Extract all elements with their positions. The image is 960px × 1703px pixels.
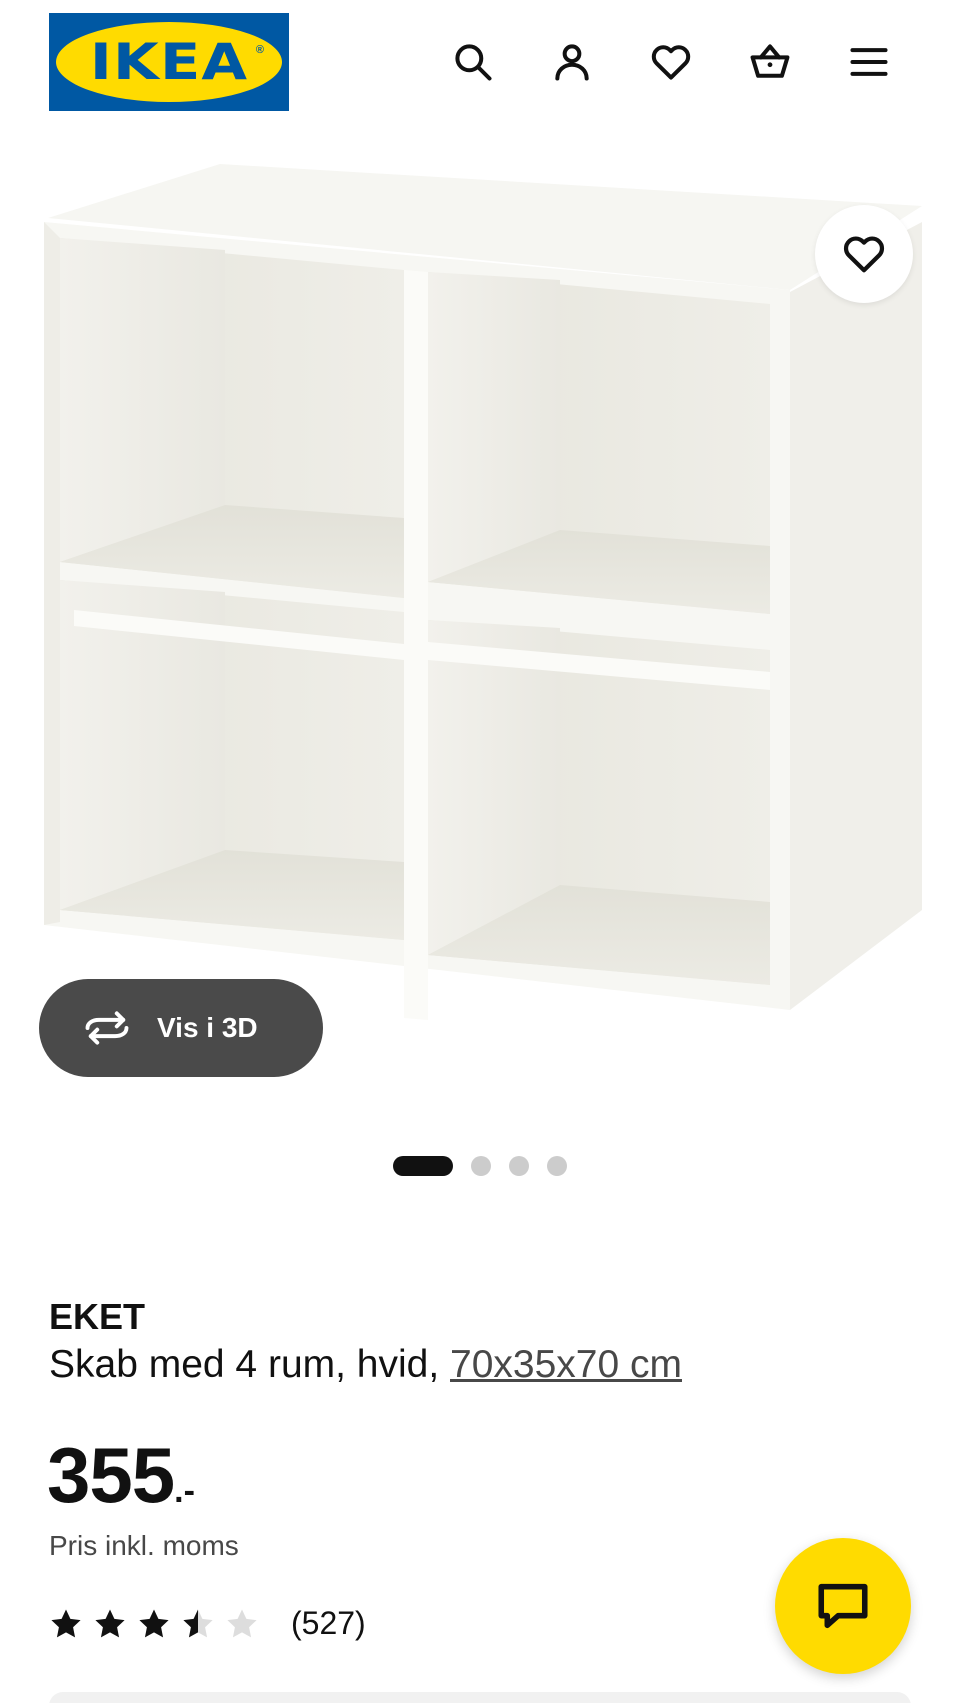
carousel-dot-active[interactable] [393, 1156, 453, 1176]
site-header: IKEA ® [0, 0, 960, 120]
view-in-3d-label: Vis i 3D [157, 1012, 258, 1043]
product-page: IKEA ® Vis i 3D EKET Skab med 4 rum, hvi… [0, 0, 960, 1703]
product-name: EKET [49, 1296, 146, 1337]
carousel-indicator [393, 1155, 567, 1177]
menu-icon[interactable] [843, 36, 895, 88]
chat-icon [818, 1583, 868, 1629]
product-description: Skab med 4 rum, hvid, 70x35x70 cm [49, 1343, 682, 1387]
product-description-text: Skab med 4 rum, hvid, [49, 1343, 451, 1386]
carousel-dot[interactable] [547, 1156, 567, 1176]
star-half-icon [183, 1609, 213, 1637]
logo-registered-mark: ® [255, 44, 264, 56]
chat-button[interactable] [775, 1538, 911, 1674]
search-icon[interactable] [447, 36, 499, 88]
carousel-dot[interactable] [509, 1156, 529, 1176]
product-rating[interactable]: (527) [49, 1605, 366, 1642]
price-integer: 355 [47, 1431, 175, 1519]
star-full-icon [51, 1609, 81, 1637]
product-image-gallery[interactable]: Vis i 3D [0, 150, 960, 1130]
user-icon[interactable] [546, 36, 598, 88]
add-to-favorites-button[interactable] [815, 205, 913, 303]
product-price: 355 .- [47, 1430, 195, 1521]
heart-icon [843, 236, 885, 273]
rotate-3d-icon [85, 1011, 129, 1045]
rating-count: (527) [291, 1605, 366, 1641]
star-full-icon [95, 1609, 125, 1637]
ikea-logo[interactable]: IKEA ® [49, 13, 289, 111]
view-in-3d-button[interactable]: Vis i 3D [39, 979, 323, 1077]
product-dimensions-link[interactable]: 70x35x70 cm [450, 1343, 682, 1386]
price-note: Pris inkl. moms [49, 1530, 239, 1561]
star-full-icon [139, 1609, 169, 1637]
basket-icon[interactable] [744, 36, 796, 88]
carousel-dot[interactable] [471, 1156, 491, 1176]
logo-text: IKEA [89, 33, 249, 91]
next-section-edge [49, 1692, 911, 1703]
logo-oval: IKEA ® [56, 22, 282, 102]
star-empty-icon [227, 1609, 257, 1637]
heart-icon[interactable] [645, 36, 697, 88]
price-suffix: .- [174, 1472, 195, 1510]
